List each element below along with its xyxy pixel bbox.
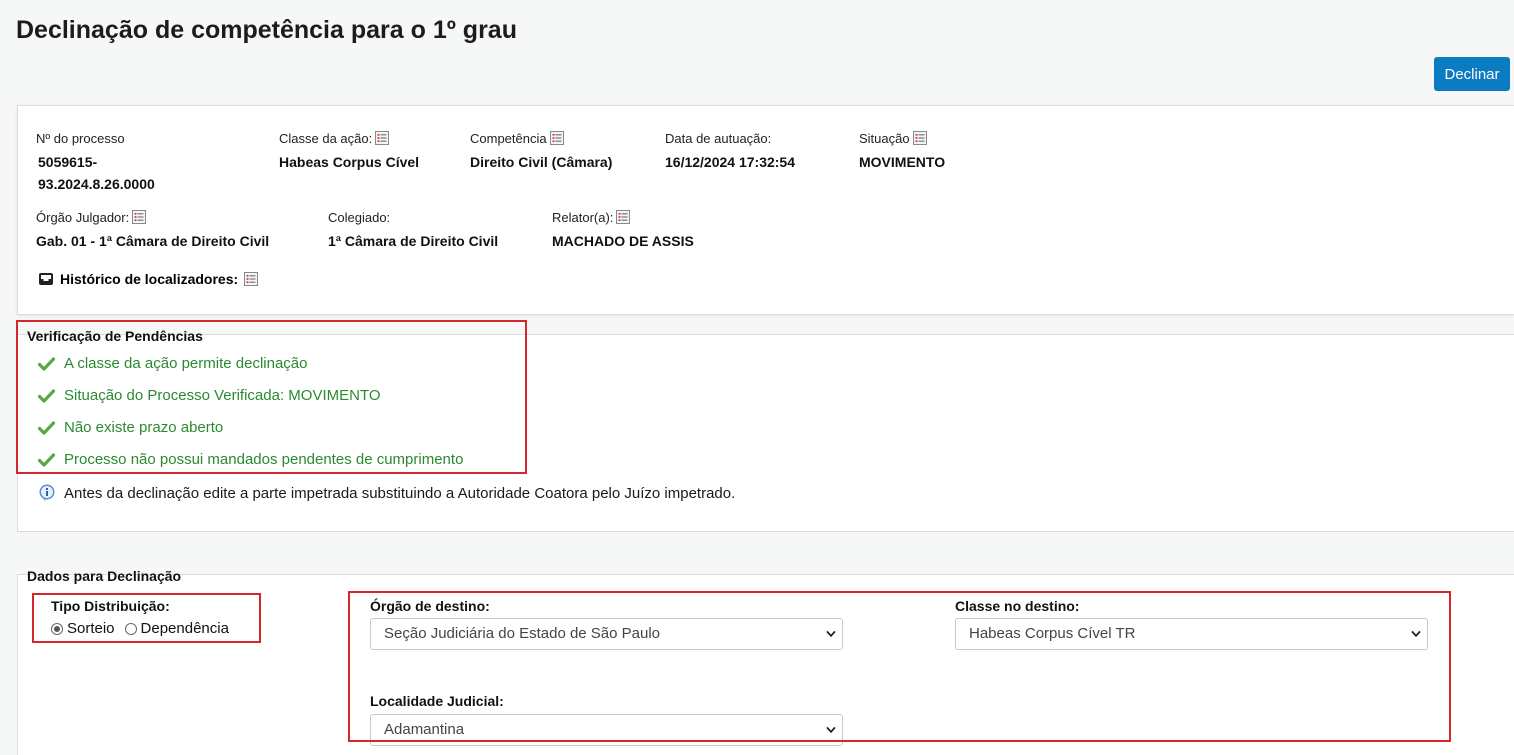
- situacao-label: Situação: [859, 130, 910, 146]
- situacao-field: Situação MOVIMENTO: [859, 130, 945, 173]
- orgao-julgador-field: Órgão Julgador: Gab. 01 - 1ª Câmara de D…: [36, 209, 269, 252]
- list-details-icon[interactable]: [132, 210, 147, 224]
- classe-acao-value: Habeas Corpus Cível: [279, 154, 420, 170]
- pendencias-highlight: [16, 320, 527, 474]
- orgao-julgador-value: Gab. 01 - 1ª Câmara de Direito Civil: [36, 233, 270, 249]
- situacao-value: MOVIMENTO: [859, 154, 946, 170]
- classe-acao-label: Classe da ação:: [279, 130, 373, 146]
- list-details-icon[interactable]: [616, 210, 631, 224]
- tipo-distribuicao-highlight: [32, 593, 261, 643]
- info-icon: [39, 484, 55, 501]
- relator-value: MACHADO DE ASSIS: [552, 233, 694, 249]
- destino-highlight: [348, 591, 1451, 742]
- orgao-julgador-label: Órgão Julgador:: [36, 209, 130, 225]
- colegiado-label: Colegiado:: [328, 209, 391, 225]
- competencia-field: Competência Direito Civil (Câmara): [470, 130, 612, 173]
- data-autuacao-value: 16/12/2024 17:32:54: [665, 154, 795, 170]
- list-details-icon[interactable]: [912, 131, 927, 145]
- numero-processo-value[interactable]: 5059615- 93.2024.8.26.0000: [38, 151, 155, 195]
- dados-title: Dados para Declinação: [27, 568, 182, 584]
- competencia-value: Direito Civil (Câmara): [470, 154, 613, 170]
- list-details-icon[interactable]: [549, 131, 564, 145]
- colegiado-value: 1ª Câmara de Direito Civil: [328, 233, 499, 249]
- historico-localizadores[interactable]: Histórico de localizadores:: [38, 271, 259, 287]
- colegiado-field: Colegiado: 1ª Câmara de Direito Civil: [328, 209, 498, 252]
- relator-label: Relator(a):: [552, 209, 614, 225]
- numero-processo-field: Nº do processo 5059615- 93.2024.8.26.000…: [36, 130, 155, 195]
- competencia-label: Competência: [470, 130, 547, 146]
- classe-acao-field: Classe da ação: Habeas Corpus Cível: [279, 130, 419, 173]
- list-details-icon[interactable]: [244, 272, 259, 286]
- info-message: Antes da declinação edite a parte impetr…: [38, 484, 735, 502]
- inbox-icon: [39, 273, 53, 285]
- historico-label: Histórico de localizadores:: [60, 271, 239, 287]
- list-details-icon[interactable]: [375, 131, 390, 145]
- data-autuacao-label: Data de autuação:: [665, 130, 772, 146]
- numero-processo-label: Nº do processo: [36, 130, 125, 146]
- page-title: Declinação de competência para o 1º grau: [16, 16, 517, 44]
- data-autuacao-field: Data de autuação: 16/12/2024 17:32:54: [665, 130, 795, 173]
- relator-field: Relator(a): MACHADO DE ASSIS: [552, 209, 694, 252]
- declinar-button[interactable]: Declinar: [1434, 57, 1510, 91]
